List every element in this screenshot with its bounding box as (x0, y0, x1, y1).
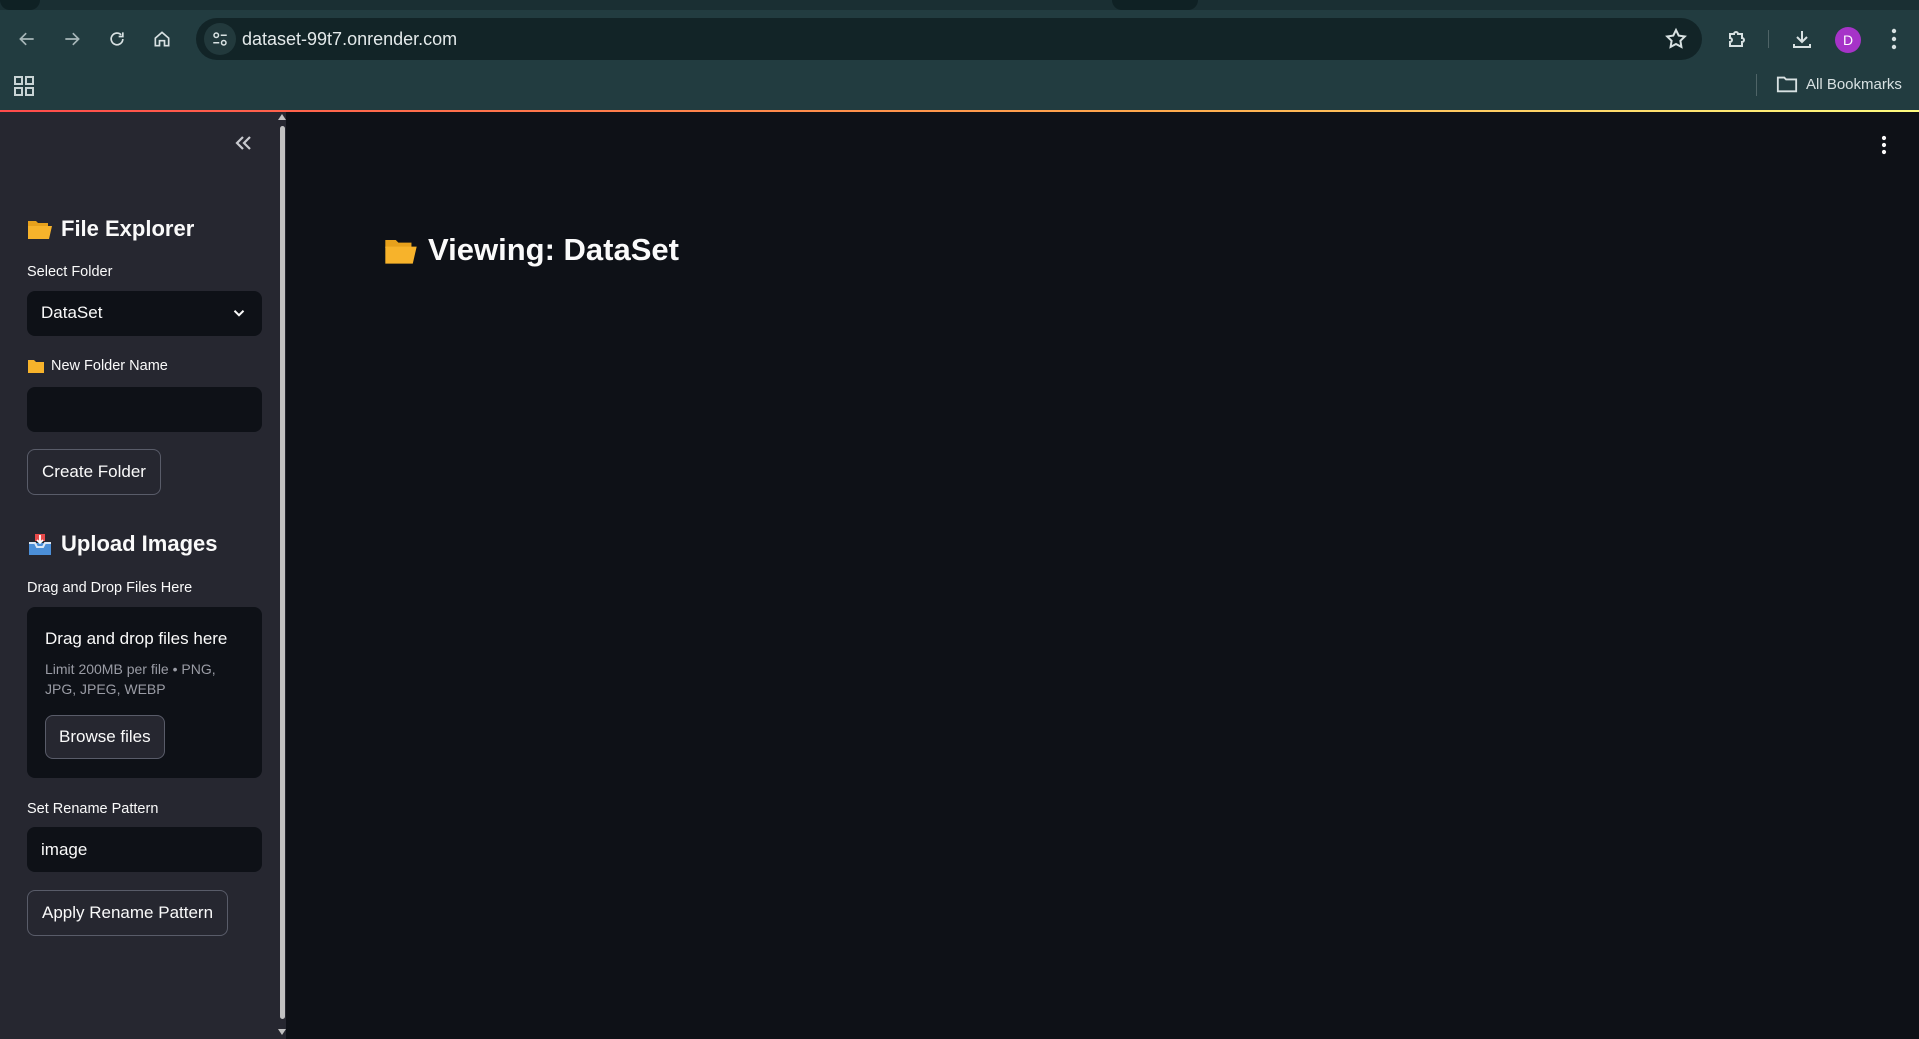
select-folder-label: Select Folder (27, 264, 113, 280)
download-icon[interactable] (1789, 26, 1815, 52)
rename-pattern-label: Set Rename Pattern (27, 801, 159, 817)
chevron-down-icon (233, 310, 245, 317)
site-info-icon[interactable] (204, 23, 236, 55)
toolbar-separator (1768, 30, 1769, 48)
scroll-up-icon[interactable] (278, 114, 286, 120)
bookmarks-bar (0, 68, 1919, 111)
tab-gap (1112, 0, 1198, 10)
folder-select-value: DataSet (41, 303, 103, 322)
extensions-icon[interactable] (1724, 26, 1750, 52)
star-icon[interactable] (1664, 27, 1688, 51)
app-header-decoration (0, 110, 1919, 112)
new-folder-label-text: New Folder Name (51, 358, 168, 374)
page-title-text: Viewing: DataSet (428, 232, 679, 267)
forward-icon[interactable] (57, 24, 87, 54)
main-menu-icon[interactable] (1874, 133, 1894, 157)
tab-strip (0, 0, 1919, 10)
tab-left[interactable] (0, 0, 40, 10)
open-folder-icon (28, 221, 52, 239)
open-folder-icon (385, 239, 417, 264)
folder-icon (1776, 76, 1798, 93)
folder-select[interactable]: DataSet (27, 291, 262, 336)
all-bookmarks-label: All Bookmarks (1806, 75, 1902, 93)
file-dropzone[interactable]: Drag and drop files here Limit 200MB per… (27, 607, 262, 778)
browse-files-button[interactable]: Browse files (45, 715, 165, 759)
apply-rename-button[interactable]: Apply Rename Pattern (27, 890, 229, 936)
sidebar-scrollbar[interactable] (278, 112, 286, 1039)
upload-images-title: Upload Images (61, 531, 218, 556)
create-folder-button[interactable]: Create Folder (27, 449, 161, 495)
apps-icon[interactable] (12, 74, 36, 98)
scroll-thumb[interactable] (280, 126, 285, 1019)
reload-icon[interactable] (102, 24, 132, 54)
new-folder-label: New Folder Name (27, 358, 168, 374)
collapse-sidebar-icon[interactable] (232, 131, 256, 155)
home-icon[interactable] (147, 24, 177, 54)
folder-icon (28, 359, 44, 373)
dropzone-limit: Limit 200MB per file • PNG, JPG, JPEG, W… (45, 661, 216, 697)
upload-images-heading: Upload Images (27, 531, 217, 557)
page-title: Viewing: DataSet (384, 232, 679, 268)
address-bar[interactable]: dataset-99t7.onrender.com (196, 18, 1702, 60)
bookmarks-separator (1756, 74, 1757, 96)
rename-pattern-input[interactable] (27, 827, 262, 872)
back-icon[interactable] (12, 24, 42, 54)
scroll-down-icon[interactable] (278, 1029, 286, 1035)
drag-drop-label: Drag and Drop Files Here (27, 580, 193, 596)
dropzone-title: Drag and drop files here (45, 629, 228, 648)
avatar[interactable]: D (1835, 27, 1861, 53)
menu-icon[interactable] (1881, 26, 1907, 52)
url-text[interactable]: dataset-99t7.onrender.com (242, 29, 457, 50)
all-bookmarks[interactable]: All Bookmarks (1776, 74, 1902, 94)
new-folder-input[interactable] (27, 387, 262, 432)
inbox-tray-icon (29, 534, 51, 555)
file-explorer-heading: File Explorer (27, 216, 194, 242)
file-explorer-title: File Explorer (61, 216, 195, 241)
